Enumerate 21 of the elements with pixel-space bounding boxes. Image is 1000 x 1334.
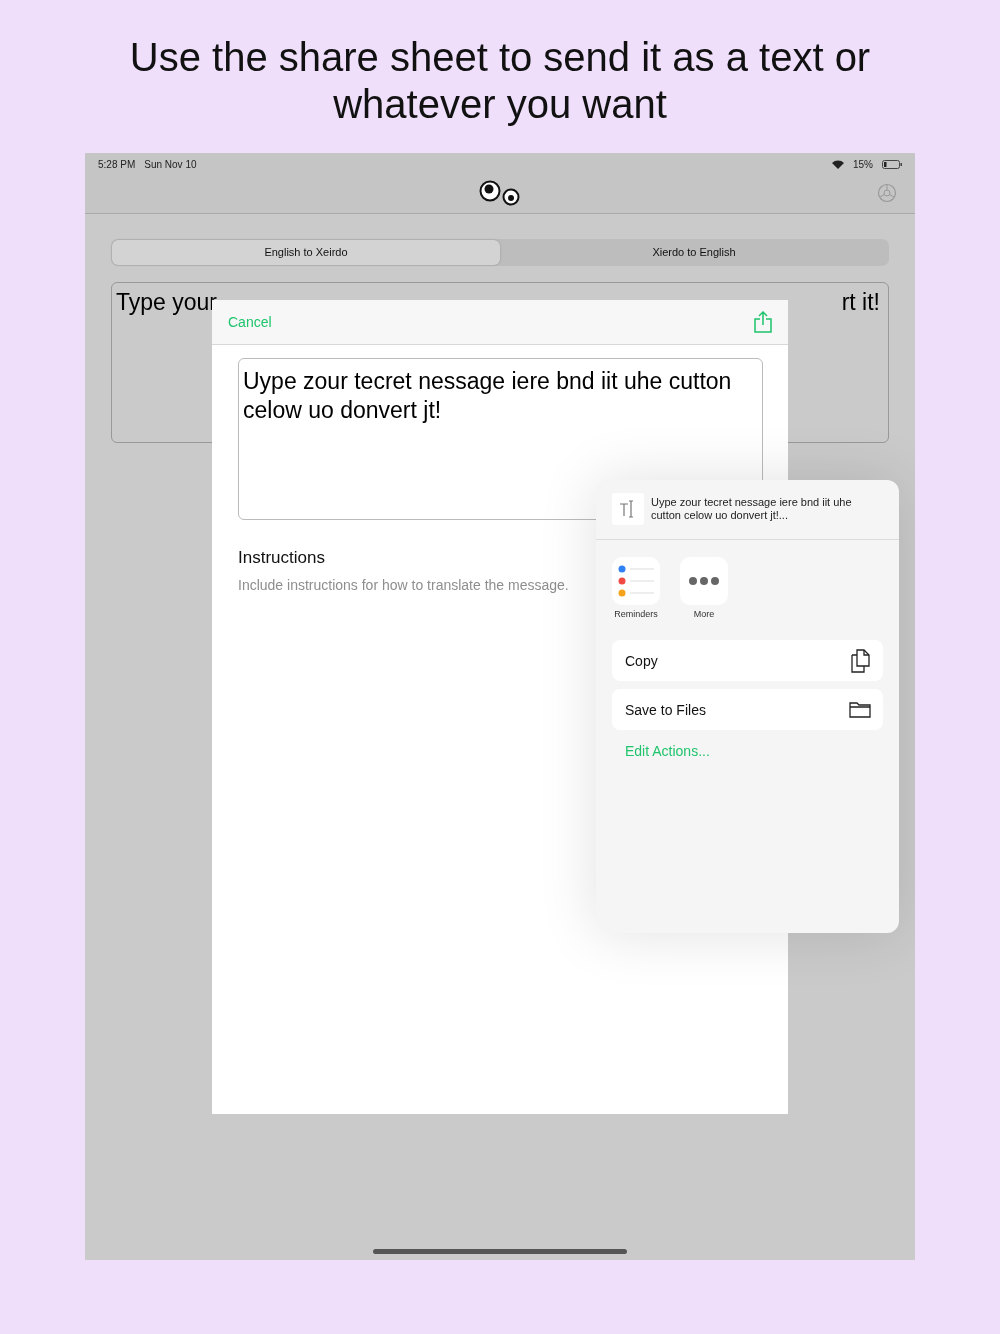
share-icon[interactable]	[754, 311, 772, 333]
status-date: Sun Nov 10	[144, 159, 197, 170]
share-action[interactable]: Copy	[612, 640, 883, 681]
segment-tab[interactable]: Xierdo to English	[500, 240, 888, 265]
text-format-icon	[612, 493, 644, 525]
status-time: 5:28 PM	[98, 159, 136, 170]
instructions-heading: Instructions	[238, 548, 326, 568]
reminders-icon[interactable]	[612, 557, 660, 605]
segment-tab[interactable]: English to Xeirdo	[112, 240, 500, 265]
app-label: Reminders	[614, 609, 658, 619]
folder-icon	[849, 701, 871, 718]
share-action[interactable]: Save to Files	[612, 689, 883, 730]
battery-icon	[882, 160, 902, 169]
more-icon[interactable]	[680, 557, 728, 605]
app-label: More	[693, 609, 715, 619]
copy-icon	[851, 648, 871, 673]
eyes-logo-icon	[479, 180, 521, 206]
battery-percent: 15%	[853, 159, 873, 170]
headline: Use the share sheet to send it as a text or whatever you want	[128, 34, 872, 128]
wifi-icon	[832, 160, 844, 169]
instructions-field[interactable]: Include instructions for how to translate the message.	[238, 577, 598, 593]
